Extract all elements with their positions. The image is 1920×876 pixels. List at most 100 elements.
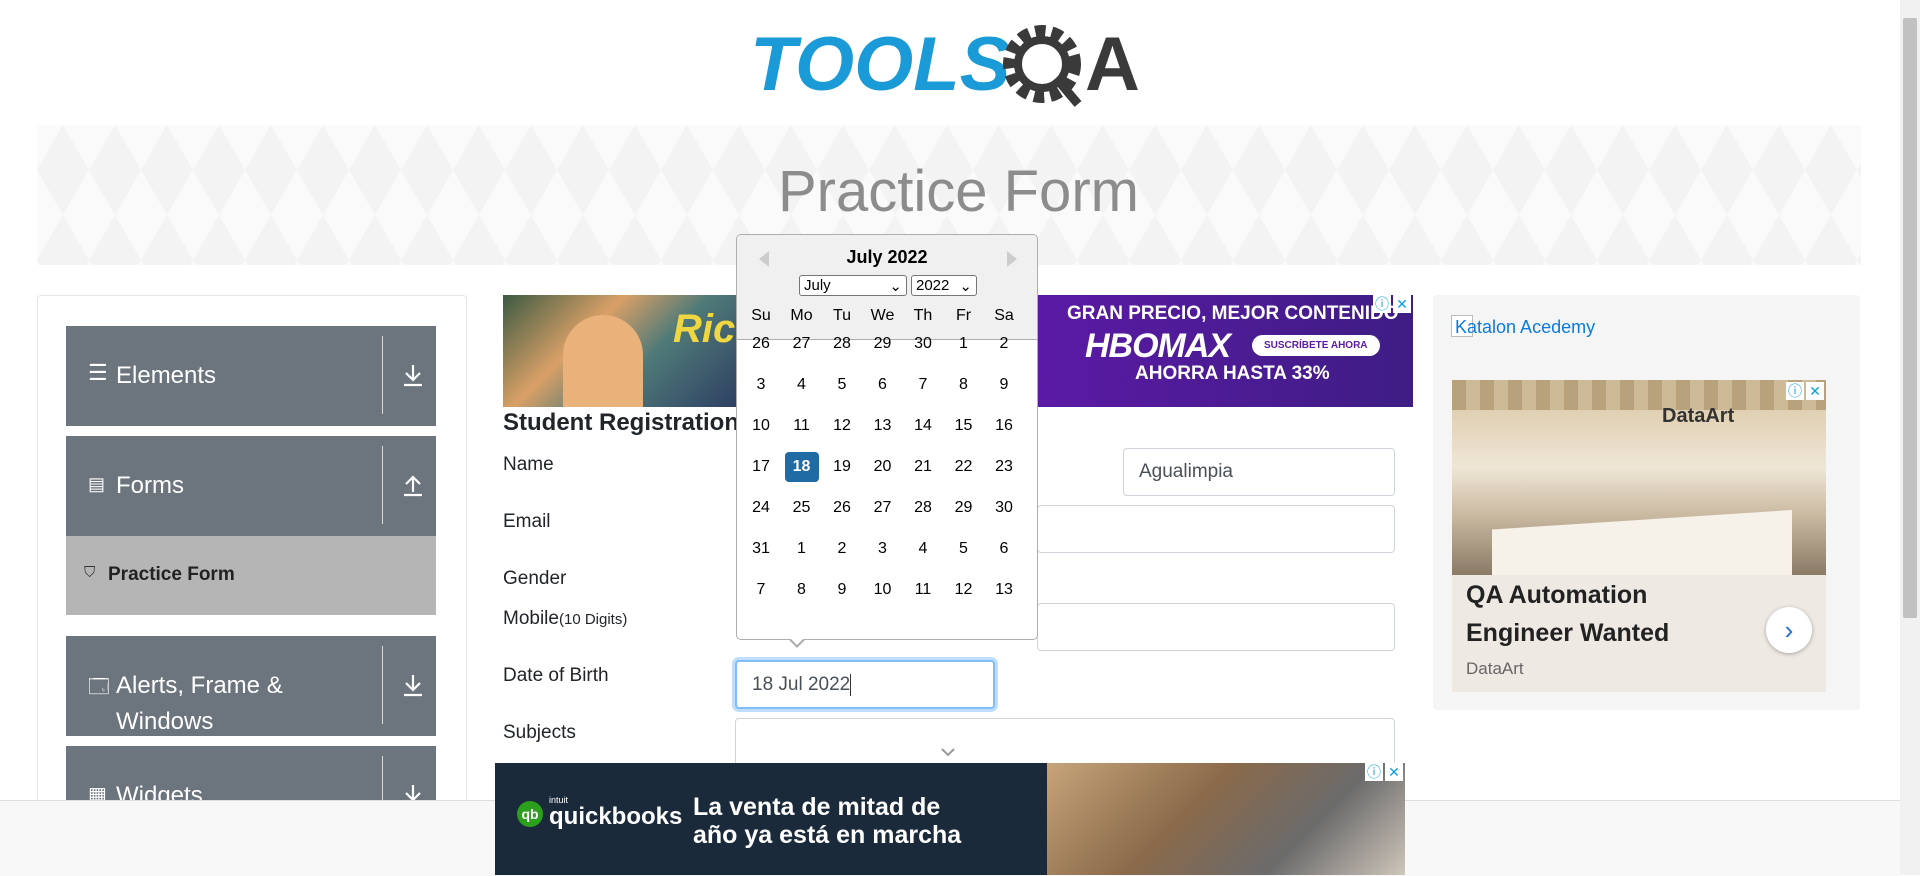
reception-desk: [1492, 510, 1792, 575]
datepicker-day[interactable]: 24: [744, 493, 778, 523]
office-photo[interactable]: DataArt ⓘ ✕: [1452, 380, 1826, 575]
download-icon: [404, 675, 422, 697]
month-select-value: July: [804, 277, 831, 294]
datepicker-day[interactable]: 12: [947, 575, 981, 605]
ad-cta-button[interactable]: SUSCRÍBETE AHORA: [1252, 335, 1380, 356]
ad-banner-hbomax[interactable]: GRAN PRECIO, MEJOR CONTENIDO HBOMAX SUSC…: [1037, 295, 1413, 407]
sidebar-group-alerts[interactable]: 🗔 Alerts, Frame & Windows: [66, 636, 436, 736]
subjects-input[interactable]: [735, 718, 1395, 766]
datepicker-day[interactable]: 21: [906, 452, 940, 482]
window-icon: 🗔: [88, 676, 110, 698]
mobile-input[interactable]: [1037, 603, 1395, 651]
datepicker-day[interactable]: 10: [744, 411, 778, 441]
month-select[interactable]: July ⌄: [799, 275, 907, 296]
datepicker-day[interactable]: 1: [947, 329, 981, 359]
datepicker-day[interactable]: 22: [947, 452, 981, 482]
datepicker-day[interactable]: 7: [906, 370, 940, 400]
datepicker-day[interactable]: 14: [906, 411, 940, 441]
last-name-input[interactable]: Agualimpia: [1123, 448, 1395, 496]
datepicker-day[interactable]: 6: [866, 370, 900, 400]
datepicker-day[interactable]: 9: [825, 575, 859, 605]
datepicker-day[interactable]: 29: [947, 493, 981, 523]
datepicker-day[interactable]: 5: [825, 370, 859, 400]
sidebar-group-elements[interactable]: ☰ Elements: [66, 326, 436, 426]
html5-icon: ⛉: [84, 564, 96, 581]
datepicker-day[interactable]: 10: [866, 575, 900, 605]
scrollbar-thumb[interactable]: [1903, 18, 1917, 618]
adchoices-icon[interactable]: ⓘ: [1786, 382, 1804, 400]
datepicker-day[interactable]: 5: [947, 534, 981, 564]
ad-company: DataArt: [1466, 659, 1524, 678]
datepicker-day[interactable]: 28: [825, 329, 859, 359]
date-of-birth-input[interactable]: 18 Jul 2022: [735, 660, 995, 709]
datepicker-day[interactable]: 20: [866, 452, 900, 482]
datepicker-day[interactable]: 1: [785, 534, 819, 564]
datepicker-day[interactable]: 28: [906, 493, 940, 523]
year-select[interactable]: 2022 ⌄: [911, 275, 977, 296]
photo-brand: DataArt: [1662, 405, 1735, 427]
datepicker-day[interactable]: 29: [866, 329, 900, 359]
ad-banner-bottom[interactable]: qb intuit quickbooks La venta de mitad d…: [495, 763, 1405, 875]
quickbooks-logo-icon: qb: [517, 801, 543, 827]
weekday-label: Sa: [994, 307, 1014, 324]
datepicker-day[interactable]: 30: [906, 329, 940, 359]
download-icon: [404, 365, 422, 387]
close-icon[interactable]: ✕: [1393, 295, 1411, 313]
datepicker-day[interactable]: 31: [744, 534, 778, 564]
datepicker-day[interactable]: 12: [825, 411, 859, 441]
chevron-right-icon[interactable]: ›: [1766, 607, 1812, 653]
datepicker-day[interactable]: 13: [866, 411, 900, 441]
sidebar-group-label: Elements: [116, 362, 217, 389]
datepicker-day[interactable]: 26: [825, 493, 859, 523]
toolsqa-logo[interactable]: TOOLS A: [750, 18, 1155, 112]
ad-banner-left[interactable]: Rick: [503, 295, 738, 407]
datepicker-day[interactable]: 8: [947, 370, 981, 400]
datepicker-day[interactable]: 9: [987, 370, 1021, 400]
adchoices-icon[interactable]: ⓘ: [1365, 763, 1383, 781]
ad-line2: AHORRA HASTA 33%: [1135, 363, 1330, 384]
sidebar-group-label: Forms: [116, 472, 184, 499]
form-heading: Student Registration: [503, 409, 740, 436]
ad-brand: quickbooks: [549, 803, 683, 830]
last-name-value: Agualimpia: [1139, 461, 1233, 482]
datepicker-day[interactable]: 19: [825, 452, 859, 482]
close-icon[interactable]: ✕: [1806, 382, 1824, 400]
ad-job-card[interactable]: QA Automation Engineer Wanted DataArt ›: [1452, 575, 1826, 692]
name-label: Name: [503, 454, 554, 475]
datepicker-day[interactable]: 11: [785, 411, 819, 441]
ad-title-line2: Engineer Wanted: [1466, 619, 1670, 647]
datepicker-day[interactable]: 2: [825, 534, 859, 564]
adchoices-icon[interactable]: ⓘ: [1373, 295, 1391, 313]
datepicker-day[interactable]: 18: [784, 452, 819, 482]
datepicker-day[interactable]: 25: [785, 493, 819, 523]
sidebar-item-practice-form[interactable]: ⛉ Practice Form: [66, 536, 436, 615]
datepicker-day[interactable]: 7: [744, 575, 778, 605]
datepicker-day[interactable]: 4: [906, 534, 940, 564]
datepicker-day[interactable]: 8: [785, 575, 819, 605]
katalon-link[interactable]: Katalon Acedemy: [1455, 317, 1595, 338]
datepicker-day[interactable]: 30: [987, 493, 1021, 523]
datepicker-day[interactable]: 16: [987, 411, 1021, 441]
sidebar-group-forms[interactable]: ▤ Forms: [66, 436, 436, 536]
close-icon[interactable]: ✕: [1385, 763, 1403, 781]
datepicker-day[interactable]: 17: [744, 452, 778, 482]
separator: [382, 446, 383, 524]
weekday-label: Mo: [790, 307, 813, 324]
datepicker-day[interactable]: 2: [987, 329, 1021, 359]
datepicker-day[interactable]: 11: [906, 575, 940, 605]
datepicker-day[interactable]: 13: [987, 575, 1021, 605]
datepicker-day[interactable]: 27: [866, 493, 900, 523]
datepicker-header: July 2022 July ⌄ 2022 ⌄ Su Mo Tu We Th Fr Sa: [737, 235, 1037, 340]
email-input[interactable]: [1037, 505, 1395, 553]
datepicker-day[interactable]: 3: [744, 370, 778, 400]
datepicker-day[interactable]: 26: [744, 329, 778, 359]
datepicker-day[interactable]: 6: [987, 534, 1021, 564]
datepicker-pointer-inner: [790, 638, 804, 645]
datepicker-day[interactable]: 27: [785, 329, 819, 359]
datepicker-day[interactable]: 15: [947, 411, 981, 441]
weekday-label: Su: [751, 307, 771, 324]
datepicker-day[interactable]: 23: [987, 452, 1021, 482]
next-month-button[interactable]: [1007, 251, 1017, 267]
datepicker-day[interactable]: 3: [866, 534, 900, 564]
datepicker-day[interactable]: 4: [785, 370, 819, 400]
